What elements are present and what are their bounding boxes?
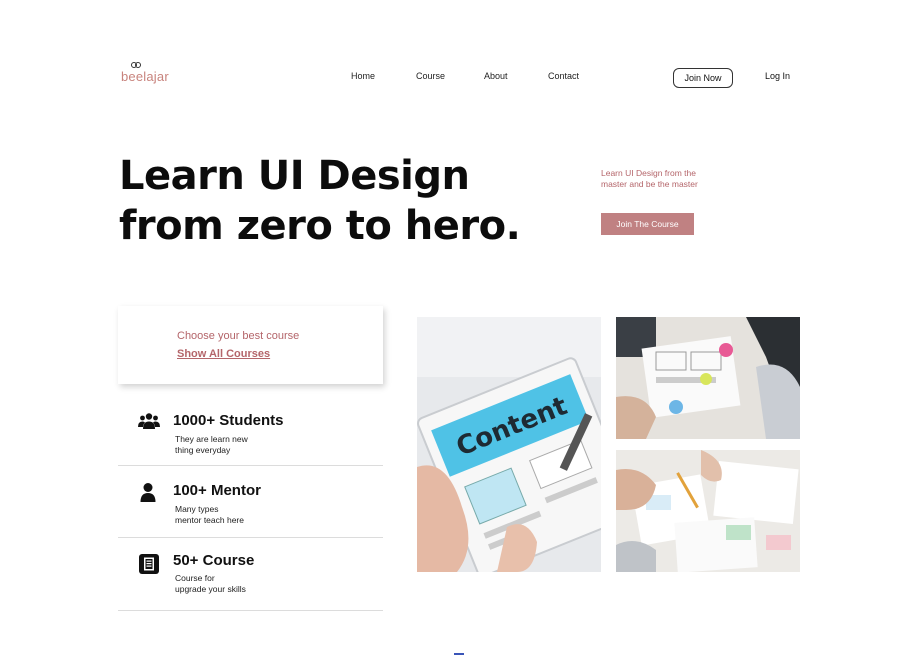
sketching-photo xyxy=(616,450,800,572)
stat-students-desc: They are learn new thing everyday xyxy=(175,434,248,455)
nav-course[interactable]: Course xyxy=(416,71,445,81)
divider xyxy=(118,537,383,538)
bee-icon xyxy=(131,62,141,69)
content-wireframe-photo: Content xyxy=(417,317,601,572)
hero-subtitle: Learn UI Design from the master and be t… xyxy=(601,168,698,189)
nav-about[interactable]: About xyxy=(484,71,508,81)
divider xyxy=(118,465,383,466)
course-card-text: Choose your best course xyxy=(177,330,300,342)
brand-logo[interactable]: beelajar xyxy=(121,62,181,86)
brand-name: beelajar xyxy=(121,69,169,84)
stat-students-title: 1000+ Students xyxy=(173,412,284,429)
nav-home[interactable]: Home xyxy=(351,71,375,81)
login-link[interactable]: Log In xyxy=(765,71,790,81)
join-course-button[interactable]: Join The Course xyxy=(601,213,694,235)
course-card: Choose your best course Show All Courses xyxy=(118,306,383,384)
hero-title: Learn UI Design from zero to hero. xyxy=(119,153,521,249)
students-icon xyxy=(138,412,160,432)
mentor-icon xyxy=(138,482,158,502)
team-planning-photo xyxy=(616,317,800,439)
stat-course-title: 50+ Course xyxy=(173,552,255,569)
join-now-button[interactable]: Join Now xyxy=(673,68,733,88)
show-all-courses-link[interactable]: Show All Courses xyxy=(177,348,270,360)
divider xyxy=(118,610,383,611)
stat-mentor-desc: Many types mentor teach here xyxy=(175,504,244,525)
nav-contact[interactable]: Contact xyxy=(548,71,579,81)
stat-mentor-title: 100+ Mentor xyxy=(173,482,261,499)
book-icon xyxy=(138,553,159,574)
stat-course-desc: Course for upgrade your skills xyxy=(175,573,246,594)
